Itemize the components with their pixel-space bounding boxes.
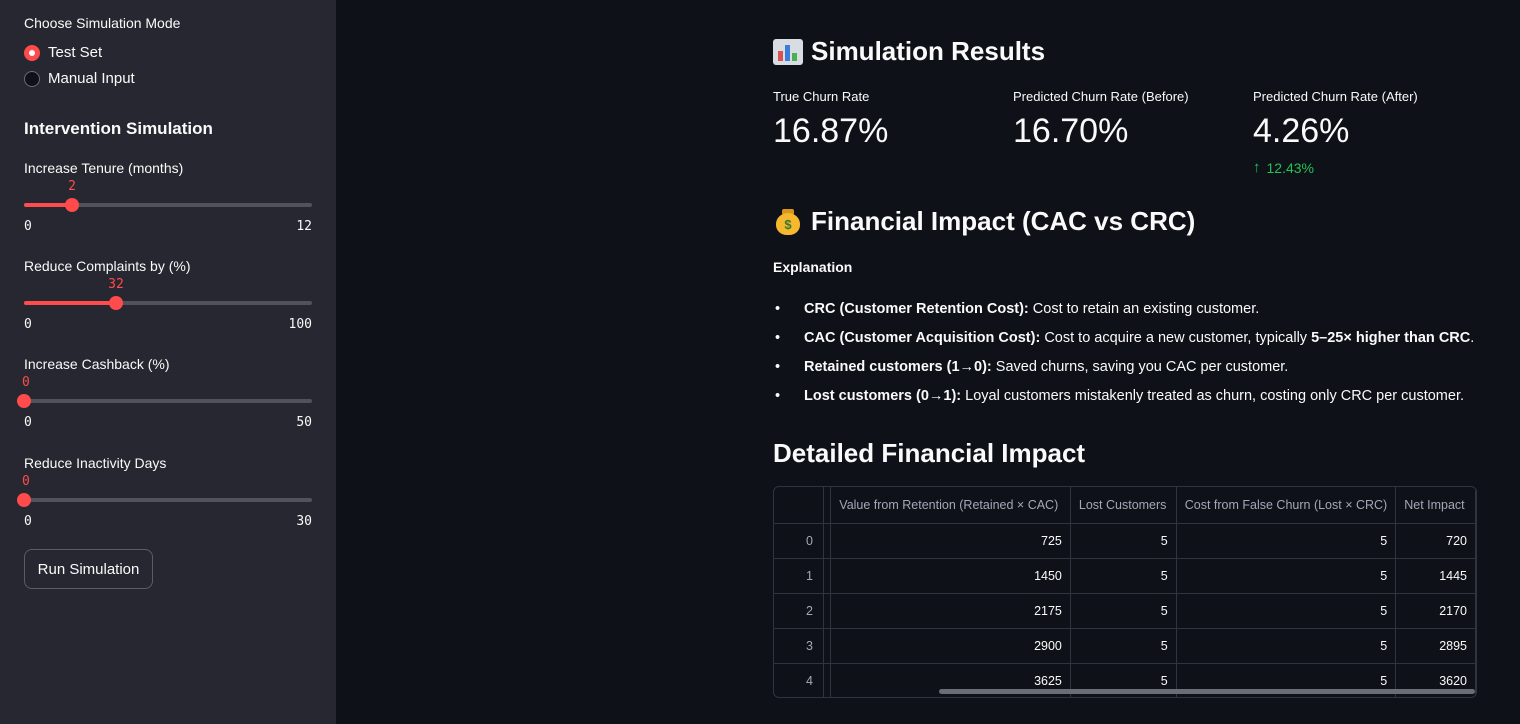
table-cell[interactable]: 5 (1176, 558, 1397, 594)
arrow-up-icon: ↑ (1253, 159, 1261, 176)
sidebar: Choose Simulation Mode Test Set Manual I… (0, 0, 336, 724)
slider-min: 0 (24, 317, 32, 332)
run-simulation-button[interactable]: Run Simulation (24, 549, 153, 589)
row-index: 2 (774, 593, 824, 629)
list-item: CRC (Customer Retention Cost): Cost to r… (773, 298, 1493, 327)
table-cell (823, 523, 832, 559)
radio-unselected-icon[interactable] (24, 70, 40, 87)
cashback-slider-label: Increase Cashback (%) (24, 356, 170, 372)
slider-track[interactable] (24, 399, 312, 403)
slider-fill (24, 301, 116, 305)
intervention-heading: Intervention Simulation (24, 119, 213, 138)
table-cell[interactable]: 5 (1176, 523, 1397, 559)
column-header-cost-false-churn[interactable]: Cost from False Churn (Lost × CRC) (1176, 487, 1397, 524)
radio-selected-icon[interactable] (24, 44, 40, 61)
column-header-index[interactable] (774, 487, 824, 524)
table-cell[interactable]: 5 (1070, 628, 1177, 664)
complaints-slider-label: Reduce Complaints by (%) (24, 258, 191, 274)
table-cell[interactable]: 5 (1070, 523, 1177, 559)
inactivity-slider-label: Reduce Inactivity Days (24, 455, 167, 471)
metric-delta: ↑ 12.43% (1253, 159, 1418, 176)
data-table: Value from Retention (Retained × CAC) Lo… (774, 487, 1476, 697)
simulation-mode-label: Choose Simulation Mode (24, 15, 181, 31)
row-index: 0 (774, 523, 824, 559)
table-cell (823, 663, 832, 697)
financial-impact-heading: $ Financial Impact (CAC vs CRC) (773, 206, 1195, 237)
table-row: 2 2175 5 5 2170 (774, 593, 1476, 629)
row-index: 4 (774, 663, 824, 697)
money-bag-icon: $ (773, 208, 803, 235)
detailed-impact-heading: Detailed Financial Impact (773, 438, 1086, 468)
table-cell[interactable]: 5 (1070, 593, 1177, 629)
metric-label: Predicted Churn Rate (Before) (1013, 89, 1189, 104)
metric-delta-value: 12.43% (1266, 159, 1314, 176)
metric-value: 16.87% (773, 112, 889, 150)
radio-manual-input[interactable]: Manual Input (24, 70, 135, 87)
app-root: Choose Simulation Mode Test Set Manual I… (0, 0, 1520, 724)
slider-max: 30 (296, 514, 312, 529)
table-cell (823, 558, 832, 594)
horizontal-scrollbar[interactable] (939, 689, 1475, 694)
slider-min: 0 (24, 415, 32, 430)
table-cell[interactable]: 2175 (830, 593, 1071, 629)
slider-max: 100 (288, 317, 312, 332)
simulation-results-title: Simulation Results (811, 36, 1046, 66)
table-cell[interactable]: 2900 (830, 628, 1071, 664)
metric-true-churn: True Churn Rate 16.87% (773, 89, 888, 151)
radio-test-set-label: Test Set (48, 44, 103, 61)
row-index: 1 (774, 558, 824, 594)
table-row: 1 1450 5 5 1445 (774, 558, 1476, 594)
table-cell[interactable]: 1445 (1395, 558, 1476, 594)
list-item: CAC (Customer Acquisition Cost): Cost to… (773, 327, 1493, 356)
table-cell[interactable]: 725 (830, 523, 1071, 559)
financial-impact-table[interactable]: Value from Retention (Retained × CAC) Lo… (773, 486, 1477, 698)
table-cell[interactable]: 2170 (1395, 593, 1476, 629)
table-cell (823, 628, 832, 664)
radio-test-set[interactable]: Test Set (24, 44, 102, 61)
column-header-spacer (823, 487, 832, 524)
table-header-row: Value from Retention (Retained × CAC) Lo… (774, 487, 1476, 524)
metric-label: True Churn Rate (773, 89, 870, 104)
slider-min: 0 (24, 514, 32, 529)
table-cell (823, 593, 832, 629)
list-item: Lost customers (0→1): Loyal customers mi… (773, 385, 1493, 414)
slider-max: 50 (296, 415, 312, 430)
bar-chart-icon (773, 38, 803, 65)
slider-thumb[interactable] (65, 198, 79, 212)
metric-predicted-after: Predicted Churn Rate (After) 4.26% ↑ 12.… (1253, 89, 1418, 176)
slider-value: 0 (22, 474, 30, 489)
table-cell[interactable]: 1450 (830, 558, 1071, 594)
slider-max: 12 (296, 219, 312, 234)
radio-manual-input-label: Manual Input (48, 70, 135, 87)
column-header-value-from-retention[interactable]: Value from Retention (Retained × CAC) (830, 487, 1071, 524)
slider-thumb[interactable] (17, 394, 31, 408)
row-index: 3 (774, 628, 824, 664)
table-cell[interactable]: 720 (1395, 523, 1476, 559)
table-cell[interactable]: 5 (1176, 593, 1397, 629)
slider-track[interactable] (24, 498, 312, 502)
metric-value: 16.70% (1013, 112, 1129, 150)
table-cell[interactable]: 2895 (1395, 628, 1476, 664)
table-row: 3 2900 5 5 2895 (774, 628, 1476, 664)
tenure-slider-label: Increase Tenure (months) (24, 160, 184, 176)
metric-label: Predicted Churn Rate (After) (1253, 89, 1418, 104)
slider-value: 2 (68, 179, 76, 194)
slider-thumb[interactable] (17, 493, 31, 507)
table-row: 0 725 5 5 720 (774, 523, 1476, 559)
explanation-label: Explanation (773, 259, 853, 275)
column-header-net-impact[interactable]: Net Impact (1395, 487, 1476, 524)
simulation-results-heading: Simulation Results (773, 36, 1045, 67)
explanation-list: CRC (Customer Retention Cost): Cost to r… (773, 298, 1493, 414)
slider-value: 0 (22, 375, 30, 390)
table-cell[interactable]: 5 (1176, 628, 1397, 664)
metric-predicted-before: Predicted Churn Rate (Before) 16.70% (1013, 89, 1189, 151)
slider-thumb[interactable] (109, 296, 123, 310)
table-cell[interactable]: 5 (1070, 558, 1177, 594)
financial-impact-title: Financial Impact (CAC vs CRC) (811, 206, 1196, 236)
slider-min: 0 (24, 219, 32, 234)
column-header-lost-customers[interactable]: Lost Customers (1070, 487, 1177, 524)
metric-value: 4.26% (1253, 112, 1350, 150)
slider-value: 32 (108, 277, 124, 292)
list-item: Retained customers (1→0): Saved churns, … (773, 356, 1493, 385)
